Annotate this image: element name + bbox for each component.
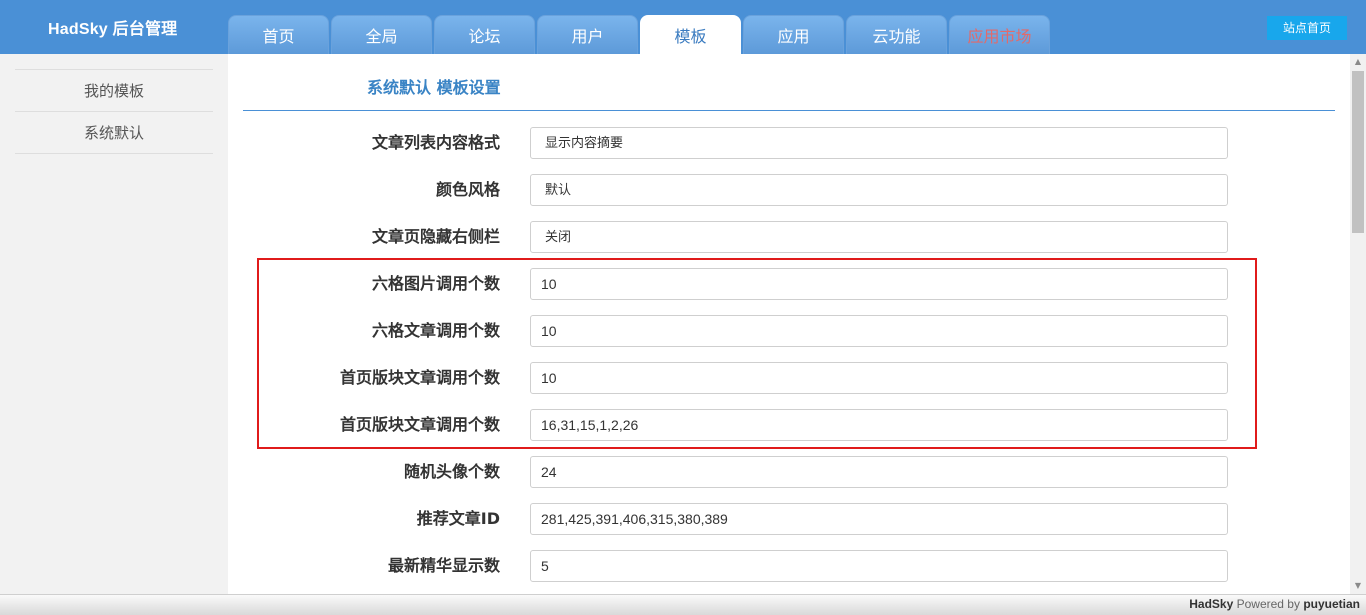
six-grid-images-input[interactable] [530, 268, 1228, 300]
hide-right-sidebar-select[interactable]: 关闭 [530, 221, 1228, 253]
form-row-home-block-articles: 首页版块文章调用个数 [228, 362, 1350, 394]
footer-author: puyuetian [1303, 597, 1360, 611]
field-label: 六格图片调用个数 [371, 274, 500, 293]
tab-forum[interactable]: 论坛 [434, 15, 535, 54]
tab-global[interactable]: 全局 [331, 15, 432, 54]
section-title: 系统默认 模板设置 [367, 78, 501, 97]
field-label: 推荐文章ID [416, 509, 500, 528]
main-content: 系统默认 模板设置 文章列表内容格式 显示内容摘要 颜色风格 默认 文章页隐藏右… [228, 54, 1350, 594]
field-label: 六格文章调用个数 [371, 321, 500, 340]
field-label: 最新精华显示数 [387, 556, 500, 575]
form-row-six-grid-images: 六格图片调用个数 [228, 268, 1350, 300]
tab-apps[interactable]: 应用 [743, 15, 844, 54]
form-row-latest-featured: 最新精华显示数 [228, 550, 1350, 582]
scroll-down-arrow-icon[interactable]: ▼ [1350, 578, 1366, 594]
form-row-color-style: 颜色风格 默认 [228, 174, 1350, 206]
field-label: 文章列表内容格式 [371, 133, 500, 152]
home-block-articles-input[interactable] [530, 362, 1228, 394]
color-style-select[interactable]: 默认 [530, 174, 1228, 206]
form-row-home-block-ids: 首页版块文章调用个数 [228, 409, 1350, 441]
latest-featured-input[interactable] [530, 550, 1228, 582]
tab-templates[interactable]: 模板 [640, 15, 741, 54]
top-header: HadSky 后台管理 首页 全局 论坛 用户 模板 应用 云功能 应用市场 站… [0, 0, 1366, 54]
footer-brand: HadSky [1189, 597, 1234, 611]
site-home-button[interactable]: 站点首页 [1267, 16, 1347, 40]
home-block-ids-input[interactable] [530, 409, 1228, 441]
sidebar-item-my-templates[interactable]: 我的模板 [15, 70, 213, 112]
form-row-recommended-ids: 推荐文章ID [228, 503, 1350, 535]
section-divider [243, 110, 1335, 111]
brand-title: HadSky 后台管理 [48, 21, 178, 38]
footer-powered: Powered by [1236, 597, 1300, 611]
form-row-six-grid-articles: 六格文章调用个数 [228, 315, 1350, 347]
tab-home[interactable]: 首页 [228, 15, 329, 54]
recommended-ids-input[interactable] [530, 503, 1228, 535]
field-label: 颜色风格 [435, 180, 500, 199]
random-avatars-input[interactable] [530, 456, 1228, 488]
field-label: 随机头像个数 [403, 462, 500, 481]
footer: HadSky Powered by puyuetian [0, 594, 1366, 615]
footer-credit: HadSky Powered by puyuetian [1189, 597, 1360, 611]
sidebar: 我的模板 系统默认 [0, 54, 228, 594]
field-label: 首页版块文章调用个数 [339, 415, 500, 434]
field-label: 首页版块文章调用个数 [339, 368, 500, 387]
tab-users[interactable]: 用户 [537, 15, 638, 54]
tab-cloud[interactable]: 云功能 [846, 15, 947, 54]
form-row-random-avatars: 随机头像个数 [228, 456, 1350, 488]
form-row-hide-right-sidebar: 文章页隐藏右侧栏 关闭 [228, 221, 1350, 253]
tab-app-market[interactable]: 应用市场 [949, 15, 1050, 54]
article-list-format-select[interactable]: 显示内容摘要 [530, 127, 1228, 159]
sidebar-menu: 我的模板 系统默认 [15, 69, 213, 154]
sidebar-item-system-default[interactable]: 系统默认 [15, 112, 213, 154]
vertical-scrollbar[interactable]: ▲ ▼ [1350, 54, 1366, 594]
field-label: 文章页隐藏右侧栏 [371, 227, 500, 246]
scroll-thumb[interactable] [1352, 71, 1364, 233]
form-row-article-list-format: 文章列表内容格式 显示内容摘要 [228, 127, 1350, 159]
six-grid-articles-input[interactable] [530, 315, 1228, 347]
scroll-up-arrow-icon[interactable]: ▲ [1350, 54, 1366, 70]
